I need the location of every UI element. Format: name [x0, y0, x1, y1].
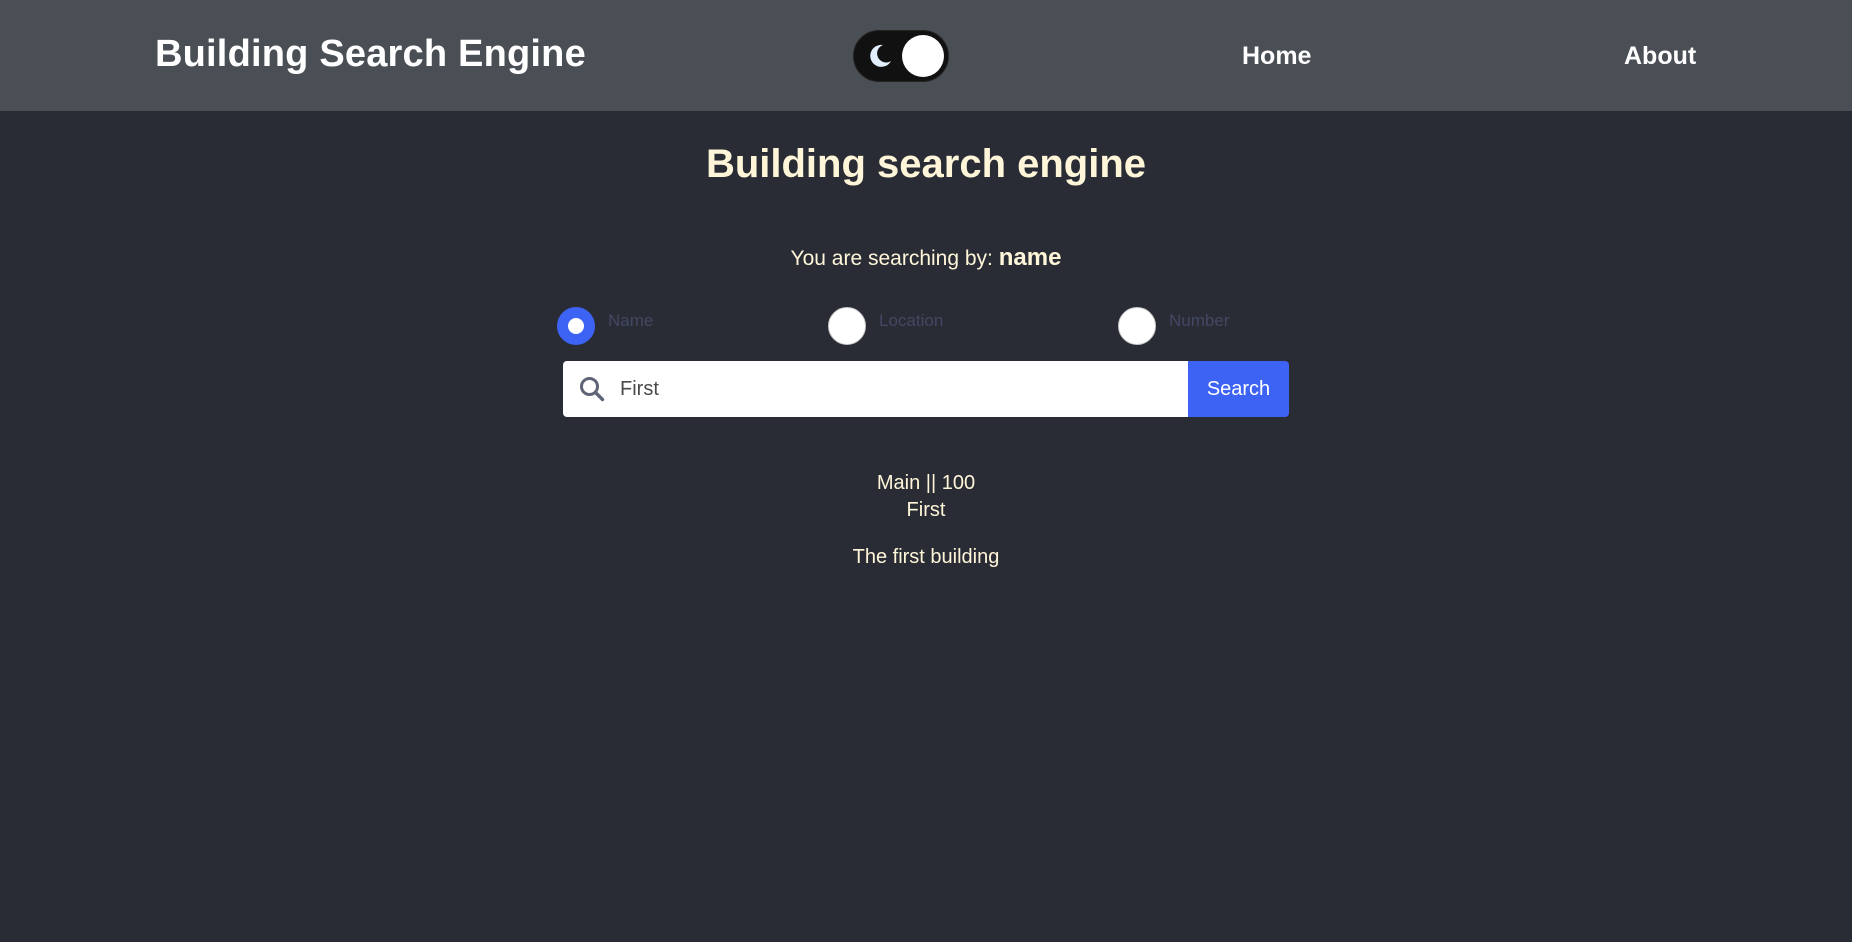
result-name: First: [906, 499, 946, 521]
result-description: The first building: [852, 546, 1000, 568]
radio-button-location[interactable]: [828, 307, 866, 345]
searching-by-value: name: [998, 244, 1062, 271]
moon-icon: [870, 44, 891, 67]
searching-by-text: You are searching by: name: [0, 244, 1852, 272]
nav-link-about[interactable]: About: [1624, 42, 1696, 71]
page-title: Building search engine: [705, 142, 1147, 186]
nav-link-home[interactable]: Home: [1242, 42, 1311, 71]
searching-by-prefix: You are searching by:: [790, 247, 993, 270]
search-input[interactable]: [620, 361, 1170, 417]
radio-button-number[interactable]: [1118, 307, 1156, 345]
radio-label-location: Location: [879, 311, 944, 330]
radio-button-name[interactable]: [557, 307, 595, 345]
search-button[interactable]: Search: [1188, 361, 1289, 417]
search-icon: [580, 377, 605, 402]
radio-label-number: Number: [1169, 311, 1230, 330]
theme-toggle[interactable]: [853, 30, 949, 82]
search-box: [563, 361, 1188, 417]
brand-title[interactable]: Building Search Engine: [155, 33, 586, 76]
navbar: Building Search Engine Home About: [0, 0, 1852, 111]
radio-label-name: Name: [608, 311, 654, 330]
toggle-knob: [902, 35, 944, 77]
result-header: Main || 100: [876, 472, 976, 494]
result-item: Main || 100 First The first building: [0, 470, 1852, 571]
